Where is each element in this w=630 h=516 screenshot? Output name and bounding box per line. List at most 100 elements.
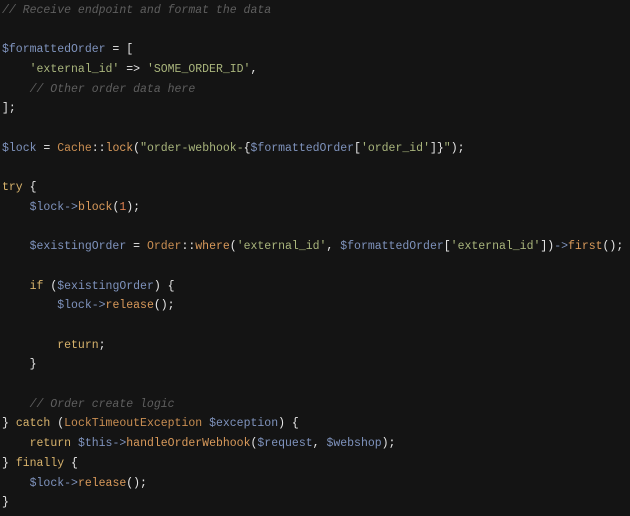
- code-token-string: 'SOME_ORDER_ID': [146, 63, 251, 77]
- code-token-punctuation: [2, 437, 30, 450]
- code-token-variable: $lock: [57, 299, 92, 313]
- code-token-function-name: release: [105, 299, 154, 313]
- code-token-string: 'order_id': [360, 141, 430, 155]
- code-token-variable: $existingOrder: [29, 240, 127, 254]
- code-token-punctuation: = [: [105, 43, 134, 57]
- code-token-function-name: where: [195, 240, 230, 254]
- code-token-punctuation: =: [126, 240, 147, 254]
- code-token-punctuation: =>: [119, 63, 147, 77]
- code-token-punctuation: {: [64, 456, 78, 470]
- code-token-punctuation: ) {: [153, 279, 175, 293]
- code-token-punctuation: }: [2, 456, 16, 470]
- code-line: $formattedOrder = [: [2, 40, 623, 60]
- code-token-punctuation: [2, 201, 30, 214]
- code-token-variable: $lock: [2, 141, 37, 155]
- code-token-operator: ->: [64, 200, 78, 214]
- code-token-punctuation: {: [243, 141, 251, 155]
- code-token-punctuation: }: [2, 358, 37, 372]
- code-token-class-name: LockTimeoutException: [64, 417, 203, 431]
- code-token-punctuation: =: [36, 141, 58, 155]
- code-token-variable: $webshop: [326, 437, 382, 451]
- code-token-punctuation: );: [381, 437, 396, 451]
- code-token-keyword: return: [57, 338, 99, 352]
- code-token-punctuation: ();: [126, 476, 147, 490]
- code-token-function-name: block: [77, 200, 113, 214]
- code-token-punctuation: [71, 437, 78, 450]
- code-token-variable: $lock: [29, 476, 65, 490]
- code-token-punctuation: [2, 63, 30, 76]
- code-token-punctuation: ;: [98, 338, 106, 352]
- code-line: } finally {: [2, 454, 623, 474]
- code-line: if ($existingOrder) {: [2, 277, 623, 297]
- code-token-punctuation: ::: [91, 141, 106, 155]
- code-token-variable: $formattedOrder: [2, 43, 106, 57]
- code-token-punctuation: (: [50, 417, 65, 431]
- code-token-variable: $this: [77, 437, 113, 451]
- code-line: ];: [2, 99, 623, 119]
- code-token-class-name: Order: [146, 240, 182, 254]
- code-token-keyword: if: [29, 279, 44, 293]
- code-token-string: ": [443, 141, 451, 155]
- code-token-variable: $formattedOrder: [250, 141, 355, 155]
- code-line: $existingOrder = Order::where('external_…: [2, 237, 624, 257]
- code-token-punctuation: ,: [250, 63, 258, 77]
- code-line: // Other order data here: [2, 80, 623, 100]
- code-token-operator: ->: [64, 476, 78, 490]
- code-line: $lock->block(1);: [2, 198, 623, 218]
- code-line: }: [2, 493, 623, 513]
- code-token-variable: $exception: [209, 417, 279, 431]
- code-token-punctuation: [2, 240, 30, 253]
- code-token-punctuation: {: [22, 181, 37, 195]
- code-token-punctuation: ) {: [278, 417, 299, 431]
- code-token-punctuation: }: [2, 417, 16, 431]
- code-token-punctuation: [2, 299, 57, 312]
- code-token-function-name: handleOrderWebhook: [126, 437, 251, 451]
- code-token-function-name: release: [77, 476, 127, 490]
- code-token-function-name: lock: [105, 141, 134, 155]
- code-token-function-name: first: [568, 240, 603, 254]
- code-token-punctuation: );: [126, 200, 141, 214]
- code-token-punctuation: (: [43, 279, 58, 293]
- code-token-operator: ->: [91, 299, 106, 313]
- code-token-keyword: finally: [15, 456, 65, 470]
- code-token-punctuation: }: [2, 496, 9, 510]
- code-token-punctuation: ]}: [429, 141, 444, 155]
- code-token-keyword: try: [2, 181, 23, 195]
- code-token-comment: // Other order data here: [2, 82, 196, 96]
- code-token-string: 'external_id': [29, 63, 120, 77]
- code-token-punctuation: [2, 339, 57, 352]
- code-token-string: 'external_id': [450, 240, 541, 254]
- code-line: $lock->release();: [2, 474, 623, 494]
- code-token-punctuation: );: [450, 141, 465, 155]
- code-token-variable: $formattedOrder: [340, 240, 444, 254]
- code-line: 'external_id' => 'SOME_ORDER_ID',: [2, 60, 623, 80]
- code-line: $lock = Cache::lock("order-webhook-{$for…: [2, 139, 623, 159]
- code-line: // Receive endpoint and format the data: [2, 1, 623, 21]
- code-token-string: 'external_id': [236, 240, 327, 254]
- code-token-punctuation: ]): [540, 240, 555, 254]
- code-token-operator: ->: [554, 240, 569, 254]
- code-line: // Order create logic: [2, 395, 623, 415]
- code-line: $lock->release();: [2, 296, 623, 316]
- code-token-punctuation: (: [229, 240, 237, 254]
- code-token-keyword: catch: [15, 417, 51, 431]
- code-token-punctuation: [: [443, 240, 451, 254]
- code-token-punctuation: [: [354, 141, 361, 155]
- code-token-punctuation: ,: [326, 240, 341, 254]
- code-token-punctuation: ::: [181, 240, 196, 254]
- code-token-punctuation: ];: [2, 102, 16, 116]
- code-token-punctuation: ();: [153, 299, 175, 313]
- code-line: } catch (LockTimeoutException $exception…: [2, 414, 623, 434]
- code-line: return $this->handleOrderWebhook($reques…: [2, 434, 623, 454]
- code-token-keyword: return: [29, 437, 72, 451]
- code-token-punctuation: ();: [602, 240, 624, 254]
- code-block: // Receive endpoint and format the data $…: [2, 1, 623, 513]
- code-token-class-name: Cache: [57, 141, 92, 155]
